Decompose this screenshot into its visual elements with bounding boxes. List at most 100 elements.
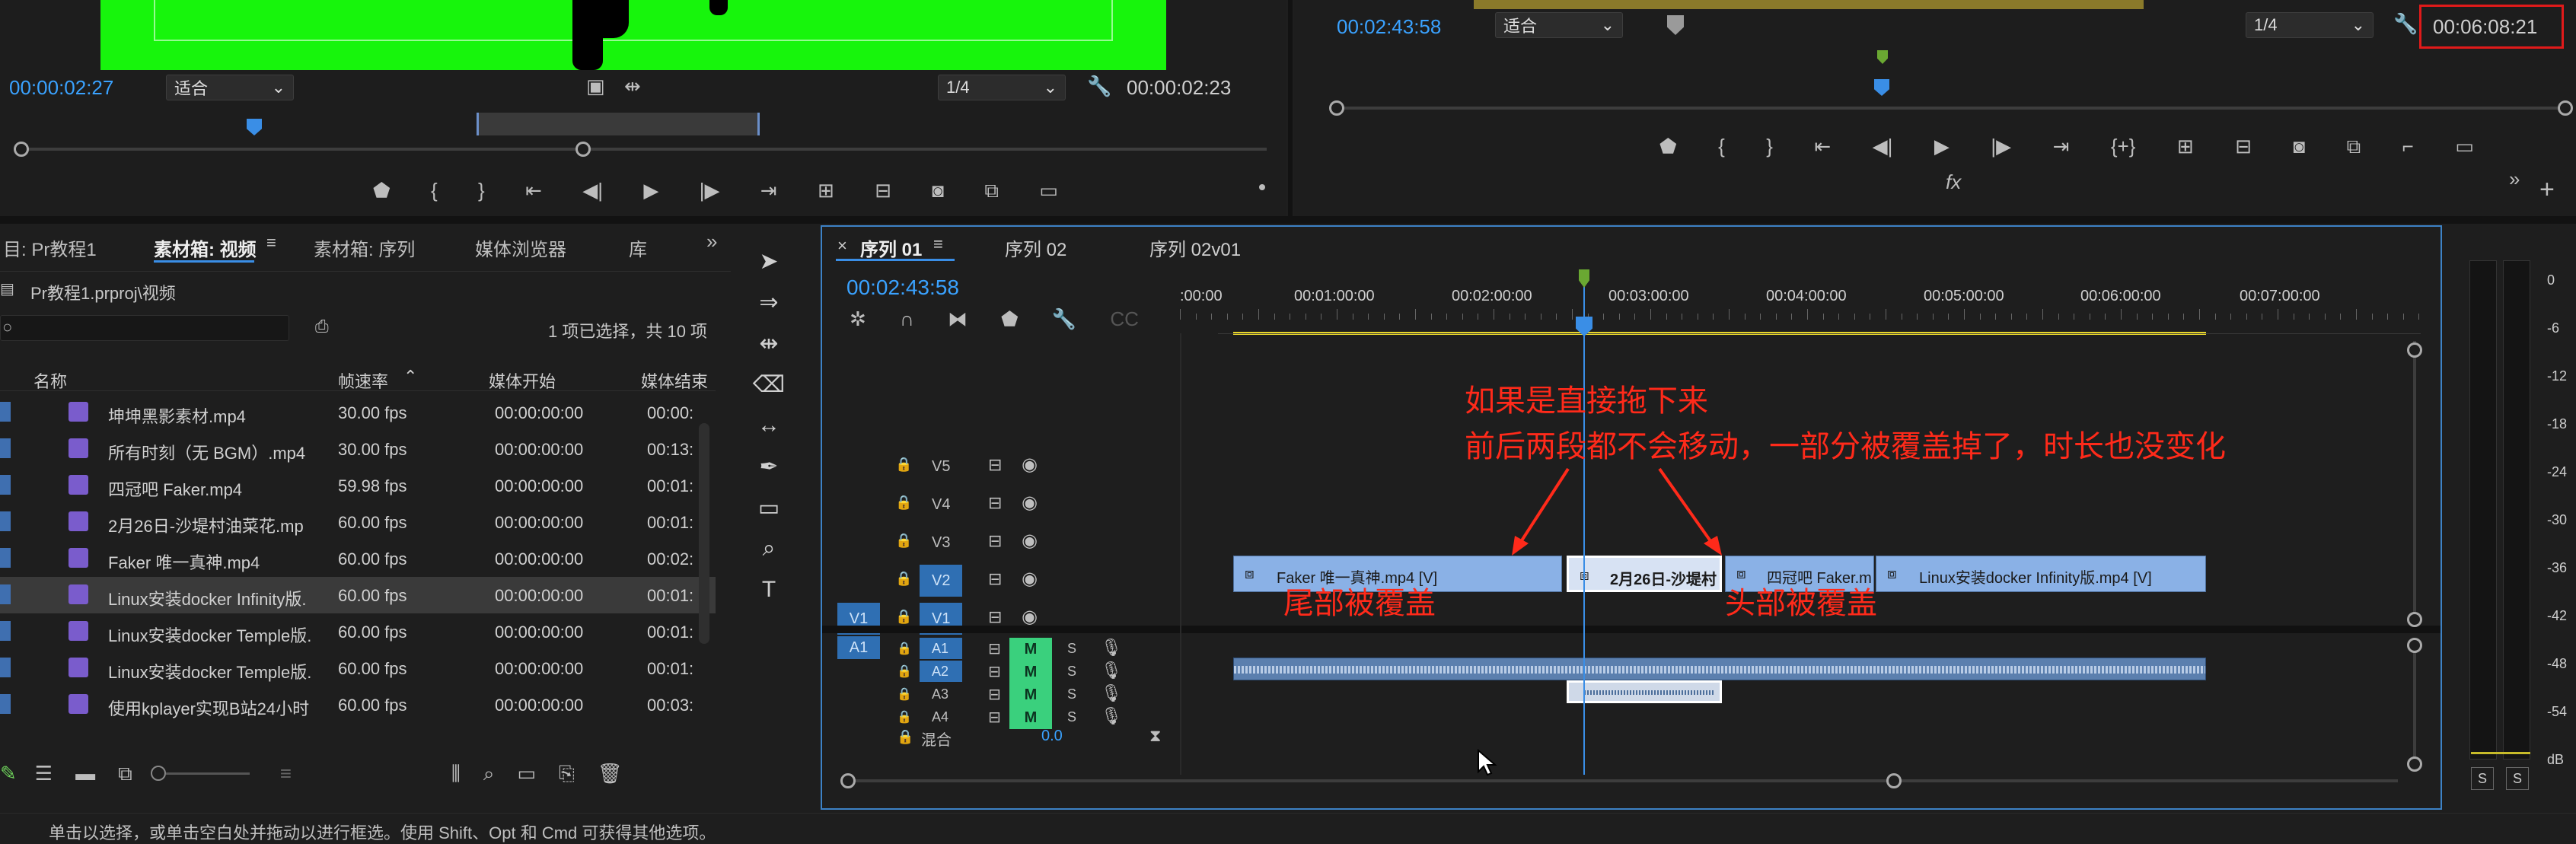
go-to-out-icon[interactable]: ⇥ bbox=[2053, 136, 2070, 156]
snap-icon[interactable]: ∩ bbox=[900, 309, 914, 329]
solo-right-button[interactable]: S bbox=[2506, 767, 2529, 790]
timeline-timecode[interactable]: 00:02:43:58 bbox=[846, 275, 959, 300]
mute-button[interactable]: M bbox=[1009, 661, 1052, 683]
freeform-view-icon[interactable]: ⧉ bbox=[118, 763, 132, 783]
list-item[interactable]: 坤坤黑影素材.mp4 30.00 fps 00:00:00:00 00:00: bbox=[0, 394, 716, 431]
clip-shadicun-v2[interactable]: ⧈2月26日-沙堤村 bbox=[1567, 556, 1722, 592]
menu-icon[interactable]: ≡ bbox=[266, 234, 276, 251]
button-editor-icon[interactable]: ⧉ bbox=[984, 180, 999, 200]
program-playhead[interactable] bbox=[1874, 79, 1889, 96]
col-media-end[interactable]: 媒体结束 bbox=[641, 368, 708, 393]
type-tool-icon[interactable]: T bbox=[746, 577, 792, 613]
compare-icon[interactable]: ⧉ bbox=[2347, 136, 2361, 156]
lock-icon[interactable]: 🔒 bbox=[897, 686, 912, 702]
mark-in-icon[interactable]: { bbox=[431, 180, 438, 200]
col-media-start[interactable]: 媒体开始 bbox=[489, 368, 556, 393]
lock-icon[interactable]: 🔒 bbox=[897, 729, 913, 745]
wrench-icon[interactable]: 🔧 bbox=[1087, 76, 1111, 96]
overwrite-clip-icon[interactable]: ⊟ bbox=[875, 180, 891, 200]
mic-icon[interactable]: 🎙 bbox=[1101, 661, 1122, 680]
fx-icon[interactable]: fx bbox=[1946, 172, 1961, 192]
new-item-icon[interactable]: ⎘ bbox=[559, 763, 575, 783]
mic-icon[interactable]: 🎙 bbox=[1101, 683, 1122, 703]
play-icon[interactable]: ▶ bbox=[643, 180, 658, 200]
more-dot-icon[interactable] bbox=[1259, 184, 1265, 190]
extract-icon[interactable]: ⊟ bbox=[2235, 136, 2252, 156]
step-back-icon[interactable]: ◀| bbox=[1873, 136, 1893, 156]
mark-out-icon[interactable]: } bbox=[478, 180, 485, 200]
tab-library[interactable]: 库 bbox=[629, 234, 647, 261]
list-item[interactable]: 使用kplayer实现B站24小时 60.00 fps 00:00:00:00 00:… bbox=[0, 686, 716, 723]
slip-tool-icon[interactable]: ↔ bbox=[746, 412, 792, 449]
marker-icon[interactable]: ⬟ bbox=[1659, 136, 1677, 156]
timeline-hscroll[interactable] bbox=[845, 779, 2398, 782]
eye-icon[interactable]: ◉ bbox=[1022, 606, 1038, 628]
step-back-icon[interactable]: ◀| bbox=[582, 180, 603, 200]
mark-out-icon[interactable]: } bbox=[1766, 136, 1773, 156]
sync-lock-icon[interactable]: ⊟ bbox=[988, 455, 1002, 475]
mic-icon[interactable]: 🎙 bbox=[1101, 706, 1122, 726]
zoom-slider-handle[interactable] bbox=[150, 766, 166, 781]
source-playhead-timecode[interactable]: 00:00:02:27 bbox=[9, 76, 113, 100]
list-item[interactable]: Linux安装docker Temple版. 60.00 fps 00:00:00:… bbox=[0, 613, 716, 650]
audio-vscroll[interactable] bbox=[2413, 644, 2416, 769]
expand-icon[interactable]: » bbox=[2509, 169, 2520, 189]
source-work-area[interactable] bbox=[477, 113, 760, 135]
list-view-icon[interactable]: ☰ bbox=[35, 763, 53, 783]
step-forward-icon[interactable]: |▶ bbox=[1991, 136, 2011, 156]
scroll-handle-right[interactable] bbox=[2558, 100, 2573, 116]
linked-selection-icon[interactable]: ⧓ bbox=[948, 309, 968, 329]
program-playhead-timecode[interactable]: 00:02:43:58 bbox=[1337, 15, 1441, 39]
pen-icon[interactable]: ✎ bbox=[0, 763, 17, 783]
eye-icon[interactable]: ◉ bbox=[1022, 492, 1038, 514]
list-item[interactable]: Linux安装docker Infinity版. 60.00 fps 00:00:0… bbox=[0, 577, 716, 613]
lock-icon[interactable]: 🔒 bbox=[895, 571, 912, 587]
solo-button[interactable]: S bbox=[1067, 664, 1076, 680]
go-to-in-icon[interactable]: ⇤ bbox=[525, 180, 542, 200]
go-to-out-icon[interactable]: ⇥ bbox=[760, 180, 777, 200]
insert-clip-icon[interactable]: ⊞ bbox=[818, 180, 834, 200]
lock-icon[interactable]: 🔒 bbox=[895, 457, 912, 473]
source-quality-dropdown[interactable]: 1/4 ⌄ bbox=[938, 75, 1066, 100]
source-playhead[interactable] bbox=[247, 119, 262, 135]
col-fps[interactable]: 帧速率 bbox=[338, 368, 388, 393]
search-input[interactable]: ○ bbox=[0, 315, 289, 341]
audio-clip-a2[interactable] bbox=[1233, 658, 2206, 680]
tab-sequence-01[interactable]: 序列 01 bbox=[860, 234, 922, 261]
sequence-marker[interactable] bbox=[1579, 269, 1589, 288]
sync-lock-icon[interactable]: ⊟ bbox=[988, 639, 1001, 658]
sync-lock-icon[interactable]: ⊟ bbox=[988, 569, 1002, 589]
lock-icon[interactable]: 🔒 bbox=[897, 664, 912, 679]
tab-sequence-02[interactable]: 序列 02 bbox=[1005, 234, 1066, 261]
time-ruler[interactable]: :00:00 00:01:00:00 00:02:00:00 00:03:00:00 0… bbox=[1180, 288, 2420, 321]
expand-icon[interactable]: » bbox=[706, 231, 717, 251]
new-bin-from-search-icon[interactable]: ⎙ bbox=[315, 318, 329, 335]
source-scrollbar[interactable] bbox=[21, 148, 1267, 151]
vr-icon[interactable]: ⌐ bbox=[2402, 136, 2414, 156]
scroll-handle-left[interactable] bbox=[14, 142, 29, 157]
add-marker-icon[interactable]: ⬟ bbox=[1001, 309, 1019, 329]
clip-linux-v2[interactable]: ⧈ Linux安装docker Infinity版.mp4 [V] bbox=[1876, 556, 2206, 592]
source-patch-a1[interactable]: A1 bbox=[837, 636, 880, 659]
video-vscroll[interactable] bbox=[2413, 341, 2416, 615]
eye-icon[interactable]: ◉ bbox=[1022, 454, 1038, 476]
lock-icon[interactable]: 🔒 bbox=[897, 709, 912, 725]
trim-icon[interactable]: {+} bbox=[2111, 136, 2136, 156]
program-fit-dropdown[interactable]: 适合 ⌄ bbox=[1495, 12, 1623, 38]
solo-button[interactable]: S bbox=[1067, 641, 1076, 657]
trash-icon[interactable]: 🗑 bbox=[598, 763, 623, 783]
icon-view-icon[interactable]: ▬ bbox=[75, 763, 95, 783]
scroll-handle-left[interactable] bbox=[1329, 100, 1344, 116]
track-select-tool-icon[interactable]: ⇒ bbox=[746, 289, 792, 326]
sync-lock-icon[interactable]: ⊟ bbox=[988, 531, 1002, 551]
mute-button[interactable]: M bbox=[1009, 638, 1052, 661]
program-scrollbar[interactable] bbox=[1338, 107, 2564, 110]
lock-icon[interactable]: 🔒 bbox=[895, 495, 912, 511]
razor-tool-icon[interactable]: ⌫ bbox=[746, 371, 792, 408]
marker-icon[interactable]: ⬟ bbox=[373, 180, 391, 200]
list-item[interactable]: 所有时刻（无 BGM）.mp4 30.00 fps 00:00:00:00 00:13… bbox=[0, 431, 716, 467]
audio-clip-a3[interactable] bbox=[1567, 680, 1722, 703]
add-button-icon[interactable]: + bbox=[2539, 177, 2555, 202]
tab-sequence-02v01[interactable]: 序列 02v01 bbox=[1149, 234, 1241, 261]
list-item[interactable]: 四冠吧 Faker.mp4 59.98 fps 00:00:00:00 00:01: bbox=[0, 467, 716, 504]
